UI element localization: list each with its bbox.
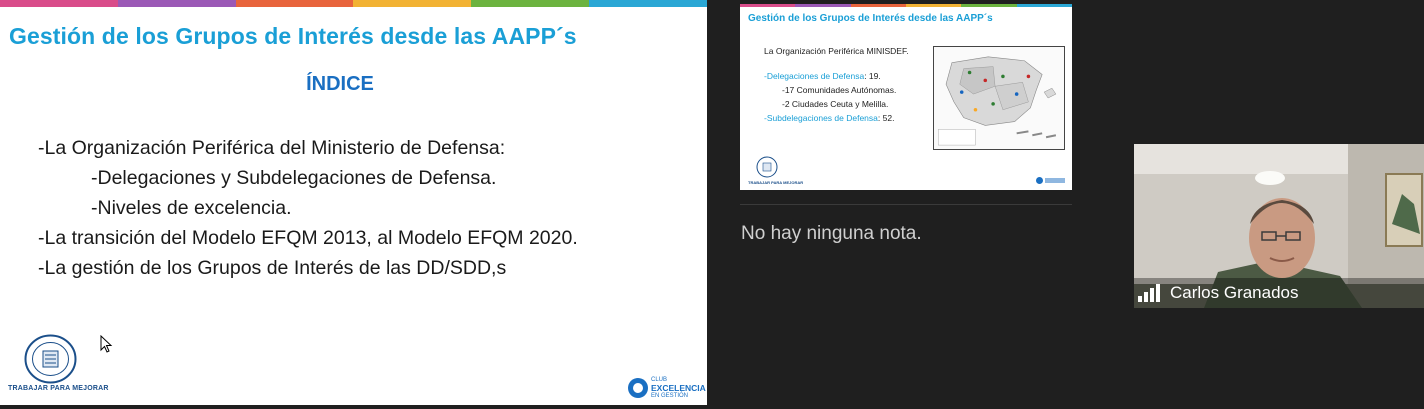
- main-slide[interactable]: Gestión de los Grupos de Interés desde l…: [0, 0, 707, 405]
- thumb-body: La Organización Periférica MINISDEF. -De…: [764, 44, 909, 125]
- thumb-line-value: : 19.: [864, 71, 881, 81]
- participant-video-tile[interactable]: Carlos Granados: [1134, 144, 1424, 308]
- slide-color-stripe: [0, 0, 707, 7]
- slide-index-heading: ÍNDICE: [306, 73, 374, 95]
- spain-map-icon: [933, 46, 1065, 150]
- bullet-subitem: -Delegaciones y Subdelegaciones de Defen…: [91, 167, 497, 189]
- club-excelencia-logo: CLUB EXCELENCIA EN GESTIÓN: [628, 376, 706, 400]
- participant-name: Carlos Granados: [1170, 283, 1299, 302]
- thumb-club-logo: [1036, 176, 1066, 185]
- slide-title: Gestión de los Grupos de Interés desde l…: [9, 23, 577, 49]
- club-logo-text-2: EXCELENCIA: [651, 383, 706, 393]
- thumb-line-label: -Subdelegaciones de Defensa: [764, 113, 878, 123]
- seal-logo-icon: [24, 334, 77, 384]
- thumb-footer-caption: TRABAJAR PARA MEJORAR: [748, 180, 804, 185]
- thumb-color-stripe: [740, 4, 1072, 7]
- thumb-club-logo-icon: [1036, 177, 1043, 184]
- bullet-item: -La gestión de los Grupos de Interés de …: [38, 257, 507, 279]
- speaker-notes-empty: No hay ninguna nota.: [741, 223, 922, 244]
- signal-bars-icon: [1138, 284, 1162, 302]
- thumb-title: Gestión de los Grupos de Interés desde l…: [748, 13, 993, 24]
- thumb-seal-icon: [756, 156, 778, 178]
- thumb-line: -17 Comunidades Autónomas.: [782, 85, 897, 95]
- notes-divider: [740, 204, 1072, 205]
- next-slide-thumbnail[interactable]: Gestión de los Grupos de Interés desde l…: [740, 4, 1072, 190]
- club-logo-text-3: EN GESTIÓN: [651, 393, 689, 399]
- participant-name-bar: Carlos Granados: [1134, 278, 1424, 308]
- thumb-line: La Organización Periférica MINISDEF.: [764, 46, 909, 56]
- slide-bullet-list: -La Organización Periférica del Minister…: [38, 133, 578, 283]
- bullet-item: -La Organización Periférica del Minister…: [38, 137, 506, 159]
- thumb-line-value: : 52.: [877, 113, 895, 123]
- mouse-cursor-icon: [100, 335, 113, 353]
- club-logo-icon: [628, 378, 648, 398]
- thumb-line-label: -Delegaciones de Defensa: [764, 71, 865, 81]
- thumb-line: -2 Ciudades Ceuta y Melilla.: [782, 99, 889, 109]
- slide-footer-caption: TRABAJAR PARA MEJORAR: [8, 385, 109, 392]
- presenter-view: Gestión de los Grupos de Interés desde l…: [0, 0, 1424, 409]
- bullet-item: -La transición del Modelo EFQM 2013, al …: [38, 227, 578, 249]
- bullet-subitem: -Niveles de excelencia.: [91, 197, 292, 219]
